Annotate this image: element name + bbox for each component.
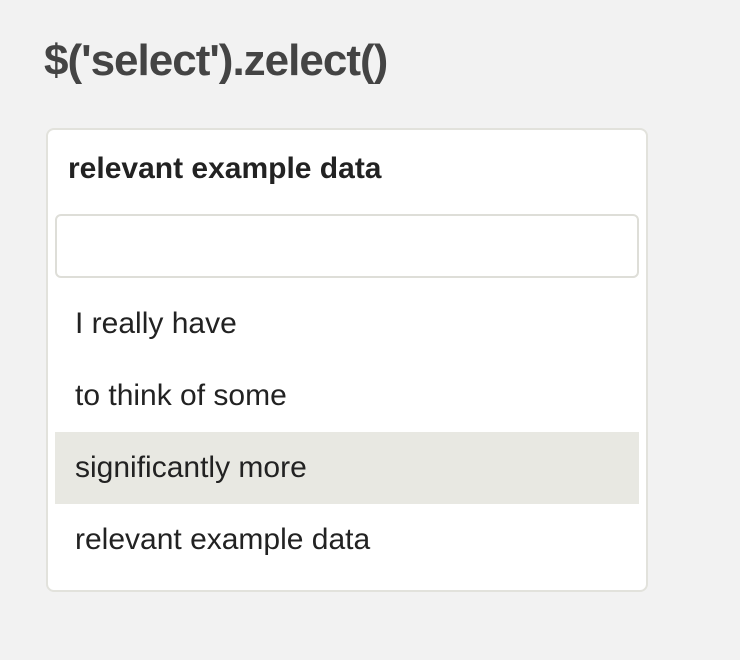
option-item[interactable]: I really have xyxy=(55,288,639,360)
options-list: I really have to think of some significa… xyxy=(55,288,639,576)
search-input[interactable] xyxy=(55,214,639,278)
page-title: $('select').zelect() xyxy=(44,36,388,85)
option-item[interactable]: relevant example data xyxy=(55,504,639,576)
option-item[interactable]: significantly more xyxy=(55,432,639,504)
option-item[interactable]: to think of some xyxy=(55,360,639,432)
zelect-dropdown: relevant example data I really have to t… xyxy=(46,128,648,592)
selected-value[interactable]: relevant example data xyxy=(68,150,382,188)
